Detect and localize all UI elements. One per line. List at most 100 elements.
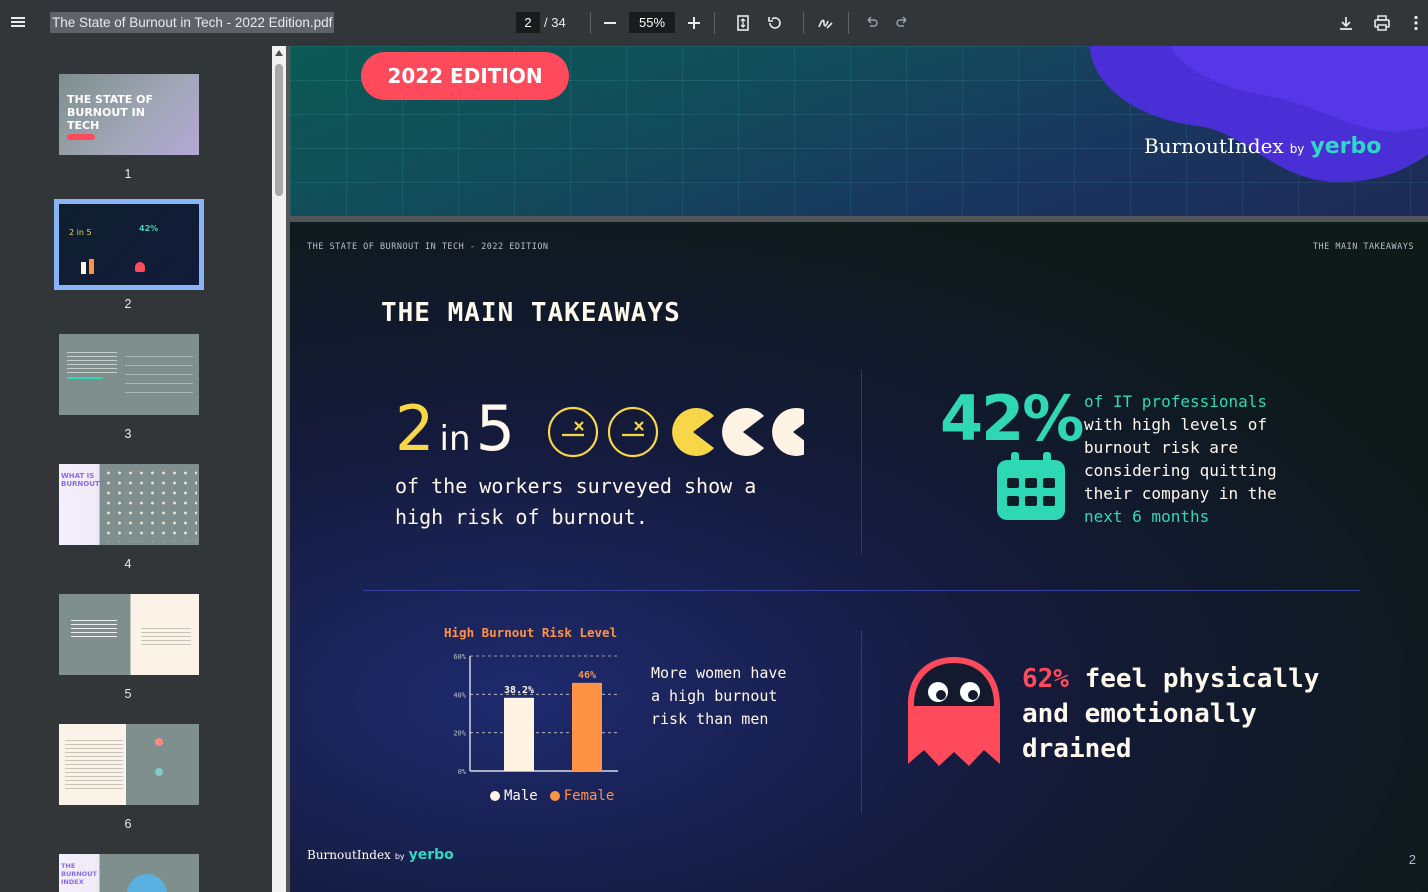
zoom-input[interactable]: 55%	[629, 12, 675, 33]
legend-dot	[490, 791, 500, 801]
logo-brand: BurnoutIndex	[1144, 134, 1284, 158]
yerbo-logo: yerbo	[1310, 134, 1382, 159]
rotate-icon	[768, 17, 781, 29]
print-button[interactable]	[1368, 9, 1396, 37]
y-tick-label: 20%	[453, 730, 466, 738]
thumbnail-sidebar: THE STATE OF BURNOUT IN TECH 1 2 in 5 42…	[0, 46, 272, 892]
y-tick-label: 40%	[453, 691, 466, 699]
thumbnail-stat: 2 in 5	[69, 228, 92, 237]
quit-lead: of IT professionals	[1084, 392, 1268, 411]
thumbnail-list	[125, 348, 193, 400]
footer-by: by	[394, 852, 405, 861]
purple-blob-shape	[1089, 46, 1428, 183]
thumbnail-dot	[155, 768, 163, 776]
fit-page-button[interactable]	[729, 9, 757, 37]
thumbnail-ghost	[135, 262, 145, 272]
page-header-right: THE MAIN TAKEAWAYS	[1312, 242, 1414, 252]
more-vertical-icon	[1414, 15, 1418, 31]
y-tick-label: 0%	[458, 768, 467, 776]
page-thumbnail-2[interactable]: 2 in 5 42%	[54, 199, 204, 290]
ratio-description: of the workers surveyed show a high risk…	[395, 474, 757, 529]
redo-button[interactable]	[889, 9, 917, 37]
printer-icon	[1374, 15, 1390, 31]
pdf-toolbar: The State of Burnout in Tech - 2022 Edit…	[0, 0, 1428, 46]
undo-button[interactable]	[857, 9, 885, 37]
legend-dot	[549, 791, 560, 801]
scrollbar-thumb[interactable]	[275, 64, 283, 196]
quit-percentage: 42%	[940, 382, 1084, 455]
ratio-in: in	[439, 419, 471, 459]
rotate-button[interactable]	[761, 9, 789, 37]
scroll-up-arrow-icon[interactable]	[275, 50, 283, 56]
thumbnail-dot	[155, 738, 163, 746]
document-title: The State of Burnout in Tech - 2022 Edit…	[50, 12, 335, 33]
page-total: / 34	[544, 15, 566, 30]
legend-item-female: Female	[549, 788, 614, 804]
chart-bar-female	[572, 682, 602, 771]
thumbnail-label: 6	[124, 817, 132, 831]
minus-icon	[604, 22, 616, 24]
page-title: THE MAIN TAKEAWAYS	[381, 298, 681, 328]
pacman-faces-icon	[548, 406, 804, 458]
draw-button[interactable]	[811, 9, 839, 37]
thumbnail-label: 2	[124, 297, 132, 311]
ratio-denominator: 5	[475, 392, 516, 465]
burnoutindex-logo: BurnoutIndex by yerbo	[1144, 134, 1381, 159]
vertical-divider	[861, 370, 862, 554]
thumbnail-pill	[67, 134, 95, 140]
chart-bar-male	[504, 697, 534, 771]
thumbnail-label: 4	[124, 557, 132, 571]
thumbnail-bar	[81, 262, 86, 274]
thumbnail-text-block	[65, 740, 123, 790]
thumbnail-text-block	[141, 628, 191, 648]
horizontal-divider	[363, 590, 1360, 591]
toolbar-divider	[848, 12, 849, 34]
thumbnail-label: 5	[124, 687, 132, 701]
edition-badge: 2022 EDITION	[361, 52, 569, 100]
more-options-button[interactable]	[1404, 9, 1428, 37]
page-thumbnail-6[interactable]	[59, 724, 199, 805]
ratio-numerator: 2	[395, 392, 435, 465]
page-number: 2	[1408, 852, 1416, 867]
thumbnail-stat: 42%	[139, 224, 159, 233]
chart-note: More women have a high burnout risk than…	[651, 664, 787, 728]
y-tick-label: 60%	[453, 653, 466, 661]
page-number-input[interactable]: 2	[516, 12, 540, 33]
bar-value-label: 46%	[578, 670, 596, 681]
thumbnail-grid	[103, 468, 197, 542]
thumbnail-globe	[127, 874, 167, 892]
page-thumbnail-5[interactable]	[59, 594, 199, 675]
footer-yerbo-logo: yerbo	[408, 847, 454, 863]
document-viewer[interactable]: 2022 EDITION BurnoutIndex by yerbo THE STA…	[286, 46, 1428, 892]
ghost-icon	[908, 657, 1000, 766]
quit-tail: next 6 months	[1084, 507, 1210, 526]
burnout-risk-bar-chart: 0% 20% 40% 60% 38.2% 46%	[453, 653, 618, 776]
legend-label: Male	[504, 788, 538, 804]
pen-icon	[818, 19, 833, 29]
ratio-stat: 2 in 5	[395, 392, 515, 465]
fit-page-icon	[737, 15, 749, 31]
quit-body: with high levels of burnout risk are con…	[1084, 415, 1277, 503]
page-thumbnail-1[interactable]: THE STATE OF BURNOUT IN TECH	[59, 74, 199, 155]
footer-logo: BurnoutIndex by yerbo	[307, 847, 454, 863]
thumbnail-title: THE STATE OF BURNOUT IN TECH	[67, 93, 153, 132]
thumbnail-label: 3	[124, 427, 132, 441]
legend-item-male: Male	[490, 788, 538, 804]
page-thumbnail-7[interactable]: THE BURNOUT INDEX	[59, 854, 199, 892]
pdf-page-1: 2022 EDITION BurnoutIndex by yerbo	[290, 46, 1428, 216]
sidebar-scrollbar[interactable]	[272, 46, 286, 892]
page-thumbnail-4[interactable]: WHAT IS BURNOUT?	[59, 464, 199, 545]
zoom-out-button[interactable]	[596, 9, 624, 37]
thumbnail-label: 1	[124, 167, 132, 181]
download-button[interactable]	[1332, 9, 1360, 37]
toolbar-divider	[803, 12, 804, 34]
toolbar-divider	[590, 12, 591, 34]
bar-value-label: 38.2%	[504, 685, 534, 696]
zoom-in-button[interactable]	[680, 9, 708, 37]
thumbnail-bar	[89, 259, 94, 274]
menu-button[interactable]	[4, 8, 32, 36]
plus-icon	[688, 17, 700, 29]
page-header-left: THE STATE OF BURNOUT IN TECH - 2022 EDIT…	[307, 242, 549, 252]
thumbnail-title: THE BURNOUT INDEX	[61, 862, 97, 886]
page-thumbnail-3[interactable]	[59, 334, 199, 415]
